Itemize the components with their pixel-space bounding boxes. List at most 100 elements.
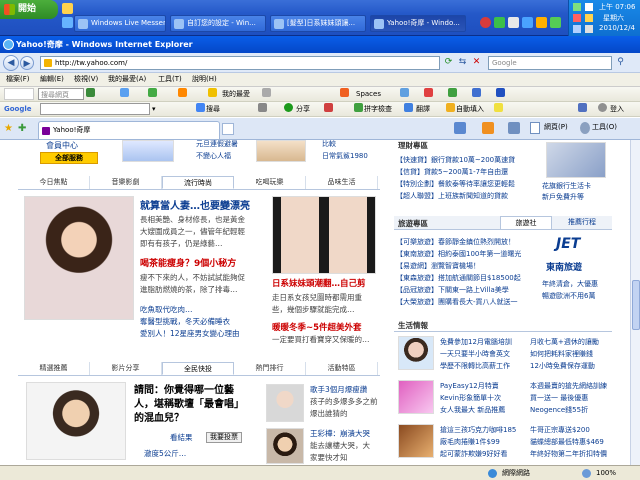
travel-tab-itinerary[interactable]: 推薦行程 [556,216,608,230]
tab-food[interactable]: 吃喝玩樂 [234,176,306,189]
life-link[interactable]: PayEasy12月特賣 [440,380,499,392]
jet-brand[interactable]: 東南旅遊 [546,262,582,274]
toolbar-spaces[interactable]: Spaces [356,88,381,101]
toolbar-favorites[interactable]: 我的最愛 [222,88,250,101]
menu-favorites[interactable]: 我的最愛(A) [108,74,146,85]
spellcheck-button[interactable]: 拼字檢查 [364,103,392,116]
taskbar-window-yahoo[interactable]: Yahoo!奇摩 - Windo... [370,15,466,32]
network-tray-icon[interactable] [508,17,519,28]
toolbar-dropdown[interactable]: ▾ [152,103,156,116]
tab-life[interactable]: 品味生活 [306,176,378,189]
all-services-button[interactable]: 全部服務 [40,152,98,164]
tab-fashion[interactable]: 流行時尚 [162,176,234,189]
travel-link[interactable]: 【東森旅遊】搭加航通關節目$18500起 [396,272,521,284]
life-thumb[interactable] [398,336,434,370]
sync-tray-icon[interactable] [550,17,561,28]
page-icon[interactable] [530,122,540,134]
antivirus-tray-icon[interactable] [480,17,491,28]
life-link[interactable]: 學歷不限轉比高薪工作 [440,360,510,372]
tab-recommend[interactable]: 精選推薦 [18,362,90,375]
poll-question[interactable]: 的混血兒？ [134,412,184,425]
refresh-icon[interactable]: ⟳ [442,56,455,69]
poll-link[interactable]: 澈度5公斤… [144,448,186,460]
life-link[interactable]: 免費參加12月電腦培訓 [440,336,512,348]
poll-vote-button[interactable]: 我要投票 [206,432,242,443]
taskbar-window-settings[interactable]: 自訂您的設定 - Win... [170,15,266,32]
poll-question[interactable]: 人，堪稱歌壇「最會唱」 [134,398,244,411]
tray-icon[interactable] [585,3,593,11]
taskbar-window-messenger[interactable]: Windows Live Messen... [74,15,166,32]
tab-poll[interactable]: 全民快投 [162,362,234,375]
life-link[interactable]: 搶這三孩巧克力咖啡185 [440,424,516,436]
tools-menu[interactable]: 工具(O) [592,122,617,132]
zoom-icon[interactable] [582,469,591,478]
scroll-thumb[interactable] [632,280,640,330]
travel-link[interactable]: 【大榮旅遊】團購看長大-買八人就送一 [396,296,518,308]
tray-icon[interactable] [573,14,581,22]
finance-link[interactable]: 【快速貸】銀行貸款10萬~200萬速貸 [396,154,515,166]
google-search-button[interactable]: 搜尋 [206,103,220,116]
poll-result-link[interactable]: 看結果 [170,432,193,444]
zoom-level[interactable]: 100% [596,466,616,480]
stop-icon[interactable]: ✕ [470,56,483,69]
ie-quicklaunch-icon[interactable] [62,17,73,28]
member-center-link[interactable]: 會員中心 [46,140,78,152]
life-link[interactable]: 本週最賣的搶先網絡訓練 [530,380,607,392]
start-button[interactable]: 開始 [0,0,58,19]
login-button[interactable]: 登入 [610,103,624,116]
address-bar[interactable]: http://tw.yahoo.com/ [40,56,440,70]
menu-tools[interactable]: 工具(T) [158,74,182,85]
life-link[interactable]: 一天只要半小時會英文 [440,348,510,360]
life-link[interactable]: 起可蒙詐欺嫌9好好看 [440,448,507,460]
folder-quicklaunch-icon[interactable] [62,3,73,14]
update-tray-icon[interactable] [536,17,547,28]
jet-link[interactable]: 年終清倉，大優惠 [542,278,598,290]
toolbar-search-input[interactable]: 搜尋網頁 [38,88,84,100]
promo-image[interactable] [256,140,306,162]
life-link[interactable]: 女人我最大 新品推薦 [440,404,505,416]
add-favorite-icon[interactable]: ✚ [18,123,26,134]
feature-title[interactable]: 日系妹妹頭潮翻…自己剪 [272,278,366,290]
tools-gear-icon[interactable] [580,122,590,134]
google-search-input[interactable] [40,103,150,115]
finance-link[interactable]: 【超人聯盟】上班族新聞知道的貸款 [396,190,508,202]
news-thumb[interactable] [266,428,304,464]
life-thumb[interactable] [398,380,434,414]
autofill-button[interactable]: 自動填入 [456,103,484,116]
life-link[interactable]: 年終好物第二年折扣特價 [530,448,607,460]
promo-link[interactable]: 不變心人福 [196,150,231,162]
life-thumb[interactable] [398,424,434,458]
tab-today[interactable]: 今日焦點 [18,176,90,189]
translate-button[interactable]: 翻譯 [416,103,430,116]
tray-icon[interactable] [573,25,581,33]
taskbar-window-hairstyle[interactable]: [髮型]日系妹妹頭讓... [270,15,366,32]
life-link[interactable]: 12小時免費保存運動 [530,360,595,372]
promo-link[interactable]: 比較 [322,140,336,150]
page-menu[interactable]: 網頁(P) [544,122,568,132]
tab-events[interactable]: 活動特區 [306,362,378,375]
travel-tab-agency[interactable]: 旅遊社 [500,216,552,230]
go-icon[interactable]: ⇆ [456,56,469,69]
bullet-link[interactable]: 奪醫型挑戰，冬天必備睡衣 [140,316,230,328]
tray-icon[interactable] [585,14,593,22]
life-link[interactable]: 如何把耗料家裡賺錢 [530,348,593,360]
feature-link[interactable]: 暖暖冬季~5件超美外套 [272,322,362,334]
menu-edit[interactable]: 編輯(E) [40,74,64,85]
new-tab-button[interactable] [222,123,234,135]
messenger-tray-icon[interactable] [494,17,505,28]
back-button[interactable]: ◀ [3,55,19,71]
forward-button[interactable]: ▶ [20,56,34,70]
life-link[interactable]: 貓蝶總部最低特惠$469 [530,436,604,448]
home-icon[interactable] [454,122,466,134]
feature-title[interactable]: 就算當人妻…也要變漂亮 [140,200,250,213]
life-link[interactable]: 買一送一 最後優惠 [530,392,588,404]
credit-card-image[interactable] [546,142,606,178]
promo-link[interactable]: 日常氣鯊1980 [322,150,368,162]
favorites-center-icon[interactable]: ★ [4,123,13,134]
travel-link[interactable]: 【可樂旅遊】春節靜金鎮位熱烈開放！ [396,236,515,248]
volume-tray-icon[interactable] [522,17,533,28]
print-icon[interactable] [508,122,520,134]
clock-time[interactable]: 上午 07:06 [599,2,635,12]
news-thumb[interactable] [266,384,304,422]
travel-link[interactable]: 【品冠旅遊】下關東一路上Villa美學 [396,284,509,296]
